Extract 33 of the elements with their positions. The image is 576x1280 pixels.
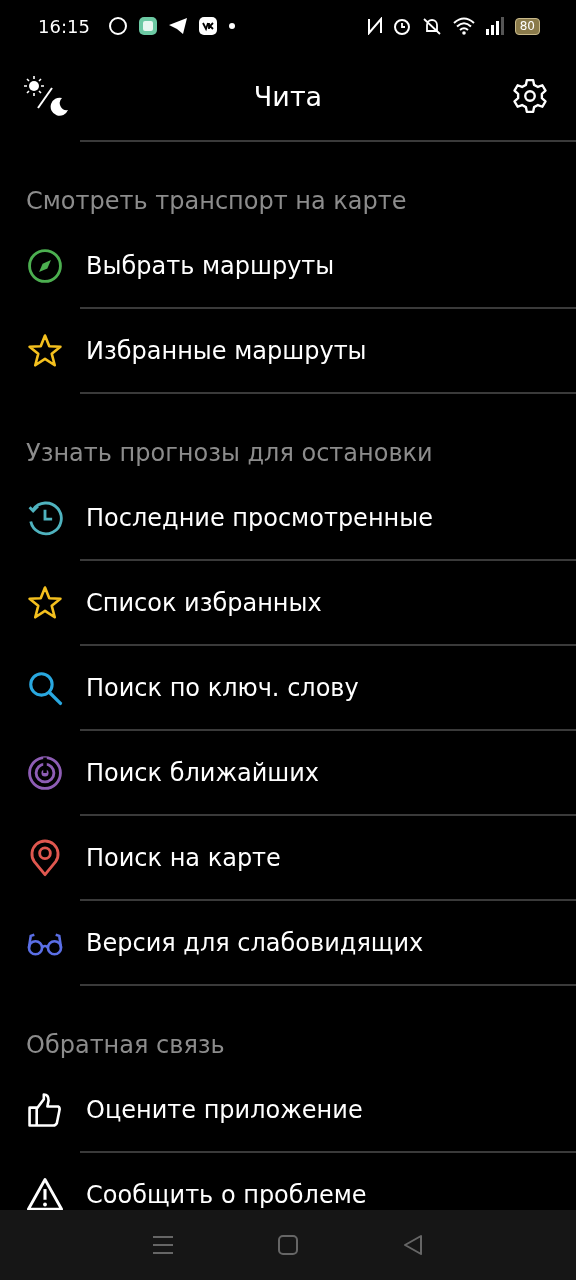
status-time: 16:15 xyxy=(38,15,90,37)
battery-indicator: 80 xyxy=(514,17,540,35)
menu-item[interactable]: Последние просмотренные xyxy=(86,503,433,532)
signal-icon xyxy=(484,17,505,35)
compass-icon xyxy=(26,246,64,285)
paper-plane-icon xyxy=(167,16,188,36)
menu-item[interactable]: Поиск ближайших xyxy=(86,758,320,787)
app-icon xyxy=(137,16,158,36)
back-icon[interactable] xyxy=(402,1234,425,1256)
home-icon[interactable] xyxy=(277,1234,299,1256)
section-heading: Узнать прогнозы для остановки xyxy=(25,438,434,469)
wifi-icon xyxy=(452,17,475,35)
menu-item[interactable]: Сообщить о проблеме xyxy=(86,1180,367,1209)
app-icon xyxy=(197,16,218,36)
nfc-icon xyxy=(366,17,383,35)
dot-icon xyxy=(227,22,236,30)
menu-item[interactable]: Поиск на карте xyxy=(86,843,281,872)
chat-icon xyxy=(107,16,128,36)
menu-icon[interactable] xyxy=(151,1235,174,1255)
section-heading: Смотреть транспорт на карте xyxy=(25,186,408,217)
alarm-icon xyxy=(392,17,411,35)
star-icon xyxy=(26,331,64,370)
section-heading: Обратная связь xyxy=(25,1030,226,1061)
menu-item[interactable]: Оцените приложение xyxy=(86,1095,363,1124)
menu-item[interactable]: Выбрать маршруты xyxy=(86,251,335,280)
menu-item[interactable]: Список избранных xyxy=(86,588,322,617)
header-title: Чита xyxy=(253,80,323,112)
thumbs-up-icon xyxy=(26,1090,64,1129)
radar-icon xyxy=(26,753,64,792)
menu-item[interactable]: Версия для слабовидящих xyxy=(86,928,424,957)
menu-item[interactable]: Поиск по ключ. слову xyxy=(86,673,359,702)
menu-item[interactable]: Избранные маршруты xyxy=(86,336,367,365)
star-icon xyxy=(26,583,64,622)
